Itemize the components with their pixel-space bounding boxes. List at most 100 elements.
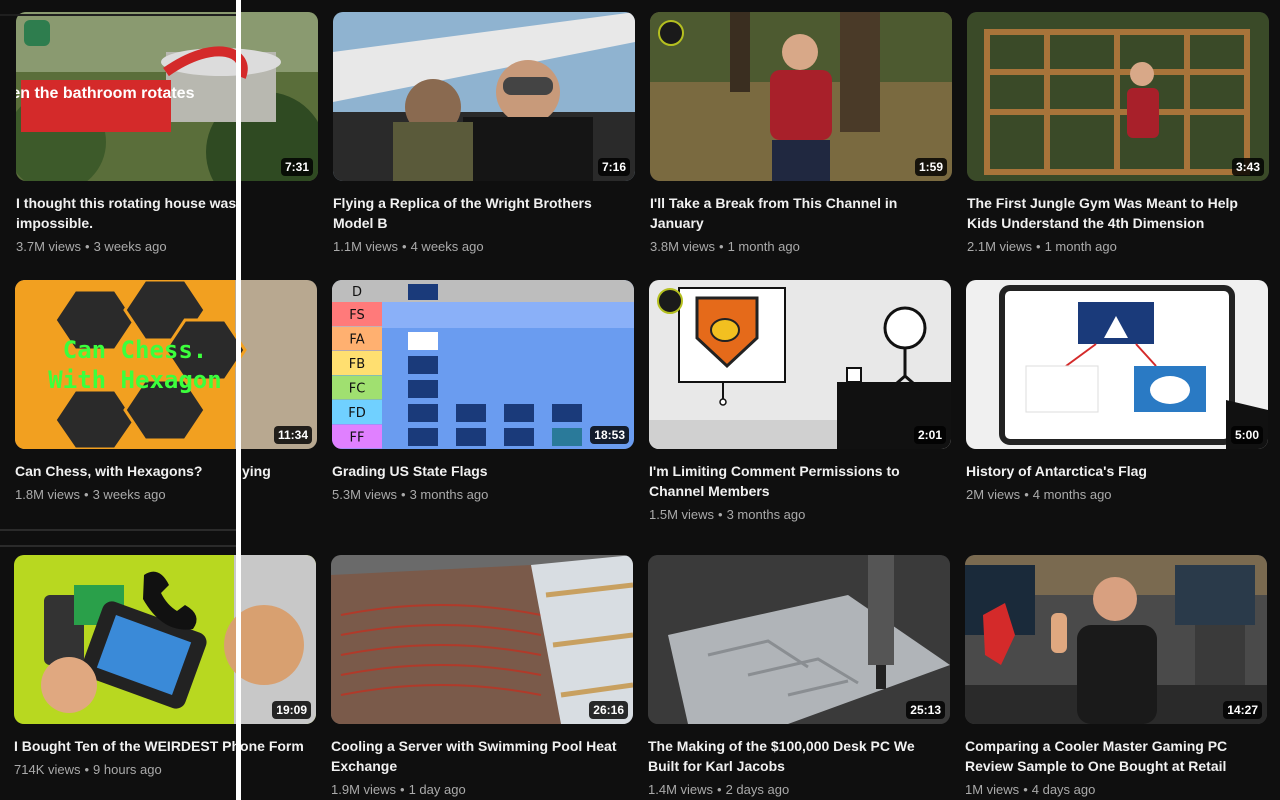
video-card[interactable]: D FS FA FB FC FD FF 18:53 Grading US State Fla… bbox=[332, 280, 634, 504]
tier-label: FC bbox=[349, 382, 366, 397]
video-title[interactable]: The Making of the $100,000 Desk PC We Bu… bbox=[648, 736, 950, 776]
video-card[interactable]: 5:00 History of Antarctica's Flag 2M vie… bbox=[966, 280, 1268, 504]
video-thumbnail[interactable]: 2:01 bbox=[649, 280, 951, 449]
video-card[interactable]: even the bathroom rotates 7:31 I thought… bbox=[16, 12, 318, 256]
separator: • bbox=[401, 487, 406, 502]
video-card[interactable]: 7:16 Flying a Replica of the Wright Brot… bbox=[333, 12, 635, 256]
video-title[interactable]: I Bought Ten of the WEIRDEST Phone Form bbox=[14, 736, 316, 756]
video-thumbnail[interactable]: Can Chess. With Hexagon 11:34 bbox=[15, 280, 317, 449]
title-line: Channel Members bbox=[649, 483, 770, 499]
upload-age: 4 months ago bbox=[1032, 487, 1112, 502]
thumbnail-caption: Can Chess. bbox=[63, 336, 208, 364]
video-meta: 2M views • 4 months ago bbox=[966, 486, 1268, 504]
separator: • bbox=[84, 762, 90, 777]
upload-age: 2 days ago bbox=[725, 782, 790, 797]
video-card[interactable]: 3:43 The First Jungle Gym Was Meant to H… bbox=[967, 12, 1269, 256]
title-line: History of Antarctica's Flag bbox=[966, 463, 1147, 479]
video-meta: 1.4M views • 2 days ago bbox=[648, 781, 950, 799]
video-meta: 714K views • 9 hours ago bbox=[14, 761, 316, 779]
channel-logo-icon bbox=[658, 20, 684, 46]
upload-age: 1 month ago bbox=[1044, 239, 1117, 254]
duration-badge: 3:43 bbox=[1231, 158, 1264, 176]
view-count: 2.1M views bbox=[967, 239, 1033, 254]
video-thumbnail[interactable]: 14:27 bbox=[965, 555, 1267, 724]
video-meta: 1.9M views • 1 day ago bbox=[331, 781, 633, 799]
duration-badge: 7:31 bbox=[280, 158, 313, 176]
video-thumbnail[interactable]: 26:16 bbox=[331, 555, 633, 724]
video-title[interactable]: I'll Take a Break from This Channel in J… bbox=[650, 193, 952, 233]
view-count: 1.8M views bbox=[15, 487, 81, 502]
view-count: 3.8M views bbox=[650, 239, 716, 254]
video-thumbnail[interactable]: 19:09 bbox=[14, 555, 316, 724]
video-card[interactable]: 25:13 The Making of the $100,000 Desk PC… bbox=[648, 555, 950, 799]
view-count: 1.4M views bbox=[648, 782, 714, 797]
upload-age: 1 month ago bbox=[727, 239, 800, 254]
video-thumbnail[interactable]: 7:16 bbox=[333, 12, 635, 181]
section-divider bbox=[0, 545, 236, 547]
video-card[interactable]: Can Chess. With Hexagon 11:34 Can Chess,… bbox=[15, 280, 317, 504]
video-thumbnail[interactable]: even the bathroom rotates 7:31 bbox=[16, 12, 318, 181]
view-count: 3.7M views bbox=[16, 239, 82, 254]
duration-badge: 2:01 bbox=[913, 426, 946, 444]
view-count: 5.3M views bbox=[332, 487, 398, 502]
title-line: Grading US State Flags bbox=[332, 463, 488, 479]
video-card[interactable]: 1:59 I'll Take a Break from This Channel… bbox=[650, 12, 952, 256]
upload-age: 1 day ago bbox=[408, 782, 466, 797]
video-title[interactable]: Comparing a Cooler Master Gaming PC Revi… bbox=[965, 736, 1267, 776]
video-meta: 2.1M views • 1 month ago bbox=[967, 238, 1269, 256]
title-line: Comparing a Cooler Master Gaming PC bbox=[965, 738, 1228, 754]
video-card[interactable]: 2:01 I'm Limiting Comment Permissions to… bbox=[649, 280, 951, 524]
video-card[interactable]: 19:09 I Bought Ten of the WEIRDEST Phone… bbox=[14, 555, 316, 779]
duration-badge: 11:34 bbox=[273, 426, 312, 444]
video-title[interactable]: I'm Limiting Comment Permissions to Chan… bbox=[649, 461, 951, 501]
tier-list-graphic: D FS FA FB FC FD FF bbox=[332, 280, 634, 449]
separator: • bbox=[400, 782, 405, 797]
video-title[interactable]: The First Jungle Gym Was Meant to Help K… bbox=[967, 193, 1269, 233]
video-meta: 3.8M views • 1 month ago bbox=[650, 238, 952, 256]
video-thumbnail[interactable]: 1:59 bbox=[650, 12, 952, 181]
title-line: Model B bbox=[333, 215, 388, 231]
upload-age: 4 weeks ago bbox=[410, 239, 484, 254]
tier-label: FA bbox=[349, 333, 364, 348]
upload-age: 4 days ago bbox=[1031, 782, 1096, 797]
title-line: The Making of the $100,000 Desk PC We bbox=[648, 738, 915, 754]
title-line: Built for Karl Jacobs bbox=[648, 758, 785, 774]
thumbnail-caption: With Hexagon bbox=[48, 366, 221, 394]
view-count: 1M views bbox=[965, 782, 1020, 797]
video-thumbnail[interactable]: 25:13 bbox=[648, 555, 950, 724]
title-line: I'm Limiting Comment Permissions to bbox=[649, 463, 900, 479]
view-count: 2M views bbox=[966, 487, 1021, 502]
title-line: I'll Take a Break from This Channel in bbox=[650, 195, 898, 211]
video-meta: 5.3M views • 3 months ago bbox=[332, 486, 634, 504]
video-title[interactable]: Can Chess, with Hexagons? ying bbox=[15, 461, 317, 481]
video-card[interactable]: 26:16 Cooling a Server with Swimming Poo… bbox=[331, 555, 633, 799]
video-grid: even the bathroom rotates 7:31 I thought… bbox=[0, 0, 1280, 800]
video-title[interactable]: Flying a Replica of the Wright Brothers … bbox=[333, 193, 635, 233]
channel-logo-icon bbox=[24, 20, 50, 46]
separator: • bbox=[1036, 239, 1041, 254]
video-card[interactable]: 14:27 Comparing a Cooler Master Gaming P… bbox=[965, 555, 1267, 799]
video-meta: 1.8M views • 3 weeks ago bbox=[15, 486, 317, 504]
video-thumbnail[interactable]: D FS FA FB FC FD FF 18:53 bbox=[332, 280, 634, 449]
video-thumbnail[interactable]: 3:43 bbox=[967, 12, 1269, 181]
title-line: impossible. bbox=[16, 215, 94, 231]
vertical-divider[interactable] bbox=[236, 0, 241, 800]
tier-label: FD bbox=[348, 406, 366, 421]
view-count: 1.9M views bbox=[331, 782, 397, 797]
tier-label: D bbox=[352, 285, 362, 300]
tier-label: FB bbox=[349, 357, 365, 372]
video-meta: 1M views • 4 days ago bbox=[965, 781, 1267, 799]
title-fragment: ying bbox=[242, 463, 271, 479]
video-title[interactable]: I thought this rotating house was imposs… bbox=[16, 193, 318, 233]
upload-age: 9 hours ago bbox=[93, 762, 162, 777]
duration-badge: 1:59 bbox=[914, 158, 947, 176]
view-count: 1.5M views bbox=[649, 507, 715, 522]
section-divider bbox=[0, 529, 236, 531]
video-title[interactable]: Grading US State Flags bbox=[332, 461, 634, 481]
separator: • bbox=[84, 487, 89, 502]
duration-badge: 25:13 bbox=[906, 701, 945, 719]
video-thumbnail[interactable]: 5:00 bbox=[966, 280, 1268, 449]
tier-label: FF bbox=[350, 431, 365, 446]
video-title[interactable]: Cooling a Server with Swimming Pool Heat… bbox=[331, 736, 633, 776]
video-title[interactable]: History of Antarctica's Flag bbox=[966, 461, 1268, 481]
